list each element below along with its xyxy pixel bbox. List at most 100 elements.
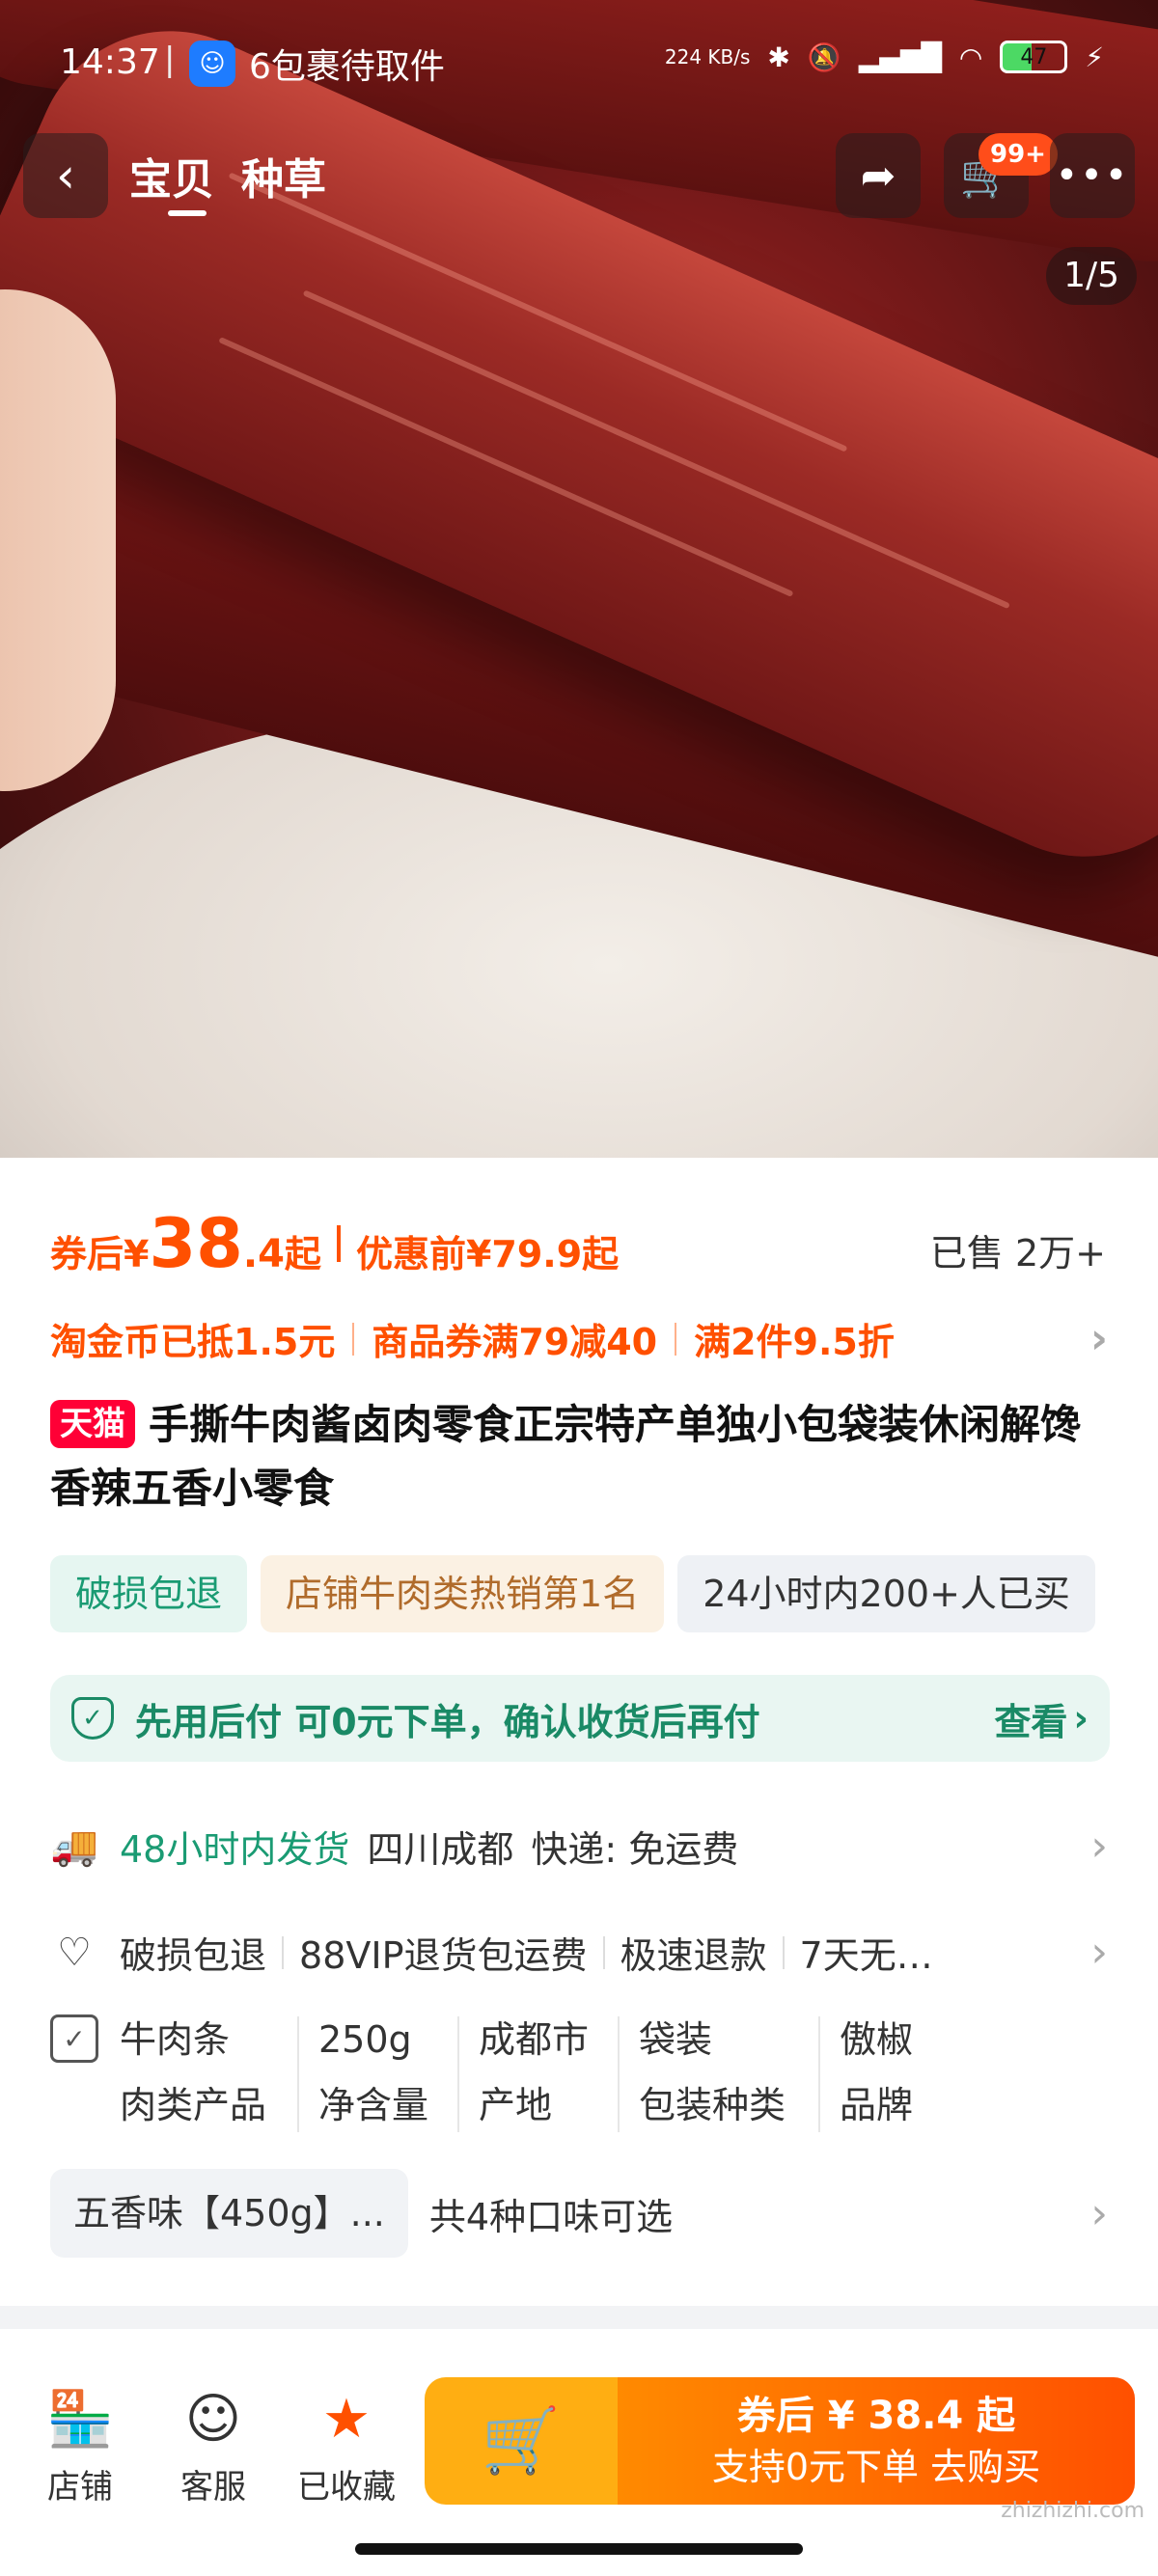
service-item: 88VIP退货包运费 — [299, 1934, 588, 1977]
package-text: 6包裹待取件 — [249, 47, 445, 87]
pay-later-link[interactable]: 查看 › — [994, 1692, 1089, 1745]
before-price: ¥79.9 — [465, 1233, 583, 1275]
product-title: 天猫 手撕牛肉酱卤肉零食正宗特产单独小包袋装休闲解馋香辣五香小零食 — [50, 1393, 1112, 1521]
bluetooth-icon: ✱ — [767, 41, 790, 73]
promo-row[interactable]: 淘金币已抵1.5元 商品券满79减40 满2件9.5折 › — [50, 1312, 1112, 1365]
service-divider — [782, 1935, 785, 1969]
flavor-selected[interactable]: 五香味【450g】... — [50, 2169, 408, 2258]
shop-button[interactable]: 🏪 店铺 — [27, 2387, 133, 2507]
shop-label: 店铺 — [47, 2468, 113, 2507]
more-button[interactable]: ••• — [1050, 133, 1135, 218]
product-info: 券后 ¥ 38 .4 起 优惠前 ¥79.9 起 已售 2万+ 淘金币已抵1.5… — [0, 1158, 1158, 2316]
currency-symbol: ¥ — [124, 1233, 150, 1275]
chevron-right-icon: › — [1090, 1822, 1108, 1871]
add-cart-icon: 🛒 — [481, 2403, 562, 2478]
status-separator: | — [164, 41, 176, 79]
shipping-row[interactable]: 🚚 48小时内发货 四川成都 快递: 免运费 › — [50, 1820, 1112, 1873]
sold-count: 已售 2万+ — [929, 1232, 1106, 1274]
tag-recent-buyers[interactable]: 24小时内200+人已买 — [677, 1555, 1095, 1632]
tmall-badge: 天猫 — [50, 1400, 135, 1448]
section-divider — [0, 2306, 1158, 2329]
attribute-divider — [818, 2016, 820, 2132]
pay-later-text: 先用后付 可0元下单，确认收货后再付 — [135, 1700, 760, 1743]
tag-row: 破损包退 店铺牛肉类热销第1名 24小时内200+人已买 — [50, 1555, 1095, 1632]
attribute-value: 牛肉条 — [120, 2018, 231, 2061]
back-button[interactable]: ‹ — [23, 133, 108, 218]
tag-bestseller[interactable]: 店铺牛肉类热销第1名 — [261, 1555, 665, 1632]
attribute-key: 品牌 — [840, 2084, 914, 2126]
battery-level: 47 — [1020, 44, 1048, 69]
attribute-value: 傲椒 — [840, 2018, 914, 2061]
add-to-cart-button[interactable]: 🛒 — [425, 2377, 618, 2505]
attribute-divider — [457, 2016, 459, 2132]
status-right: 224 KB/s ✱ 🔕 ▂▄▆█ ◠ 47 ⚡ — [665, 41, 1104, 73]
top-tabs: 宝贝 种草 — [129, 145, 326, 216]
flavor-row[interactable]: 五香味【450g】... 共4种口味可选 › — [50, 2169, 1112, 2258]
status-bar: 14:37 | ☺ 6包裹待取件 224 KB/s ✱ 🔕 ▂▄▆█ ◠ 47 … — [0, 0, 1158, 125]
ship-time: 48小时内发货 — [120, 1828, 350, 1871]
attribute-key: 肉类产品 — [120, 2084, 267, 2126]
buy-action-line: 支持0元下单 去购买 — [711, 2446, 1041, 2488]
customer-service-button[interactable]: ☺ 客服 — [160, 2387, 266, 2507]
service-item: 极速退款 — [620, 1934, 767, 1977]
pay-later-banner[interactable]: ✓ 先用后付 可0元下单，确认收货后再付 查看 › — [50, 1675, 1110, 1762]
watermark: zhizhizhi.com — [1001, 2499, 1144, 2523]
ship-express: 快递: 免运费 — [531, 1828, 739, 1871]
price-suffix: 起 — [284, 1233, 321, 1275]
price-divider — [336, 1225, 341, 1262]
tab-grass[interactable]: 种草 — [241, 145, 326, 206]
status-time: 14:37 — [60, 42, 160, 82]
attribute-item: 牛肉条 肉类产品 — [120, 2007, 266, 2138]
attribute-key: 包装种类 — [639, 2084, 786, 2126]
battery-icon: 47 — [1000, 41, 1068, 73]
service-label: 客服 — [180, 2468, 246, 2507]
more-icon: ••• — [1055, 153, 1130, 198]
share-button[interactable]: ➦ — [836, 133, 921, 218]
ship-origin: 四川成都 — [367, 1828, 514, 1871]
home-indicator[interactable] — [355, 2543, 803, 2555]
buy-now-button[interactable]: 券后 ¥ 38.4 起 支持0元下单 去购买 — [618, 2377, 1135, 2505]
tag-damage-return[interactable]: 破损包退 — [50, 1555, 248, 1632]
star-icon: ★ — [321, 2387, 372, 2451]
attribute-item: 250g 净含量 — [318, 2007, 428, 2138]
favorite-button[interactable]: ★ 已收藏 — [293, 2387, 400, 2507]
share-icon: ➦ — [860, 151, 896, 201]
attribute-item: 成都市 产地 — [479, 2007, 589, 2138]
flavor-count: 共4种口味可选 — [428, 2195, 674, 2238]
service-row[interactable]: ♡ 破损包退 88VIP退货包运费 极速退款 7天无… › — [50, 1926, 1112, 1979]
product-title-text: 手撕牛肉酱卤肉零食正宗特产单独小包袋装休闲解馋香辣五香小零食 — [50, 1401, 1082, 1512]
charging-icon: ⚡ — [1085, 41, 1104, 73]
meat-fiber — [228, 172, 848, 452]
chevron-right-icon: › — [1090, 1928, 1108, 1977]
before-label: 优惠前 — [355, 1233, 466, 1275]
service-item: 破损包退 — [120, 1934, 267, 1977]
tab-item[interactable]: 宝贝 — [129, 145, 214, 216]
attribute-value: 250g — [318, 2018, 412, 2061]
promo-item: 商品券满79减40 — [372, 1321, 658, 1363]
cart-badge: 99+ — [979, 133, 1058, 176]
chat-face-icon: ☺ — [184, 2387, 242, 2451]
promo-divider — [352, 1322, 355, 1356]
package-notification: ☺ 6包裹待取件 — [189, 39, 445, 89]
signal-icon: ▂▄▆█ — [858, 41, 942, 73]
clipboard-icon: ✓ — [50, 2014, 98, 2063]
price-integer: 38 — [149, 1204, 243, 1283]
price-row: 券后 ¥ 38 .4 起 优惠前 ¥79.9 起 — [50, 1204, 619, 1283]
buy-price-line: 券后 ¥ 38.4 起 — [736, 2394, 1016, 2438]
price-prefix: 券后 — [50, 1233, 124, 1275]
net-speed: 224 KB/s — [664, 45, 751, 69]
favorite-label: 已收藏 — [297, 2468, 396, 2507]
attribute-item: 傲椒 品牌 — [840, 2007, 913, 2138]
image-counter: 1/5 — [1046, 247, 1137, 305]
hand-finger — [0, 289, 116, 791]
chevron-left-icon: ‹ — [56, 148, 75, 204]
meat-fiber — [302, 289, 1010, 610]
attribute-divider — [618, 2016, 620, 2132]
product-image[interactable]: 14:37 | ☺ 6包裹待取件 224 KB/s ✱ 🔕 ▂▄▆█ ◠ 47 … — [0, 0, 1158, 1158]
attribute-item: 袋装 包装种类 — [639, 2007, 786, 2138]
attribute-value: 袋装 — [639, 2018, 713, 2061]
purchase-group: 🛒 券后 ¥ 38.4 起 支持0元下单 去购买 — [425, 2377, 1135, 2505]
service-item: 7天无… — [799, 1934, 933, 1977]
price-decimal: .4 — [242, 1232, 285, 1276]
bottom-action-bar: 🏪 店铺 ☺ 客服 ★ 已收藏 🛒 券后 ¥ 38.4 起 支持0元下单 去购买… — [0, 2354, 1158, 2576]
